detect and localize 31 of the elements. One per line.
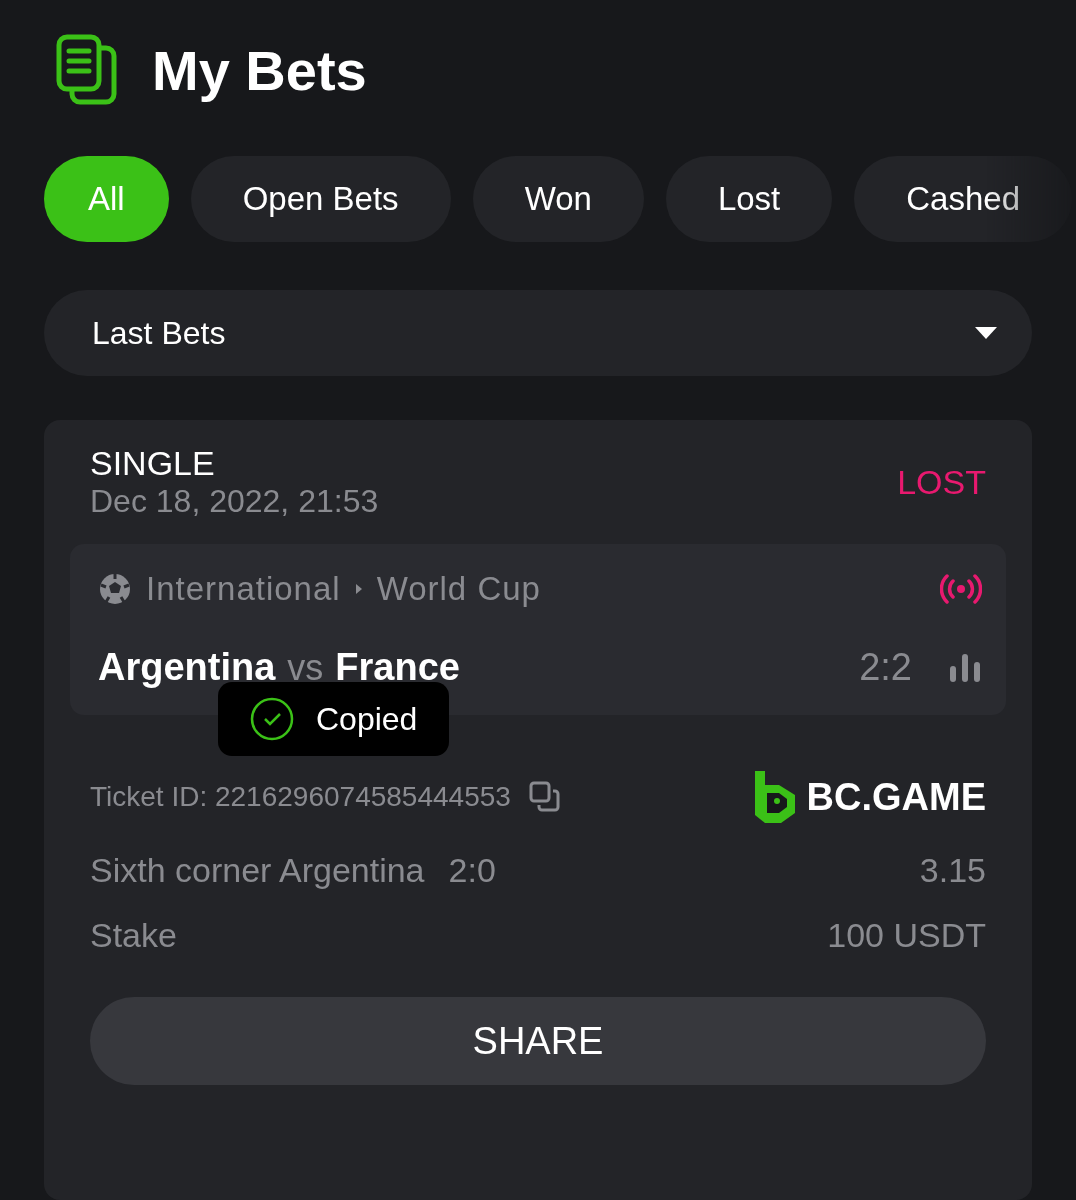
page-title: My Bets [152,37,367,103]
league-name: International [146,570,341,608]
stake-label: Stake [90,916,177,955]
filter-tab[interactable]: Lost [665,156,833,242]
share-button[interactable]: SHARE [90,997,986,1085]
brand-name: BC.GAME [806,775,986,819]
bet-status: LOST [897,462,986,502]
versus-label: vs [287,646,324,689]
tournament-name: World Cup [376,570,541,608]
team-name: Argentina [98,646,276,689]
check-circle-icon [250,697,294,741]
ticket-id: Ticket ID: 2216296074585444553 [90,781,511,813]
odds-value: 3.15 [919,851,986,890]
bets-icon [56,34,118,106]
toast-message: Copied [316,700,418,738]
filter-tab[interactable]: Won [472,156,644,242]
copy-icon[interactable] [528,781,561,813]
match-score: 2:2 [859,646,912,689]
filter-tab[interactable]: Open Bets [190,156,451,242]
bet-date: Dec 18, 2022, 21:53 [90,483,379,520]
selection-name: Sixth corner Argentina [90,851,425,890]
bet-type: SINGLE [90,444,216,483]
team-name: France [335,646,460,689]
chevron-icon [354,583,363,595]
stake-amount: 100 USDT [827,916,986,955]
soccer-ball-icon [98,572,132,606]
brand-logo-icon [752,769,797,825]
bets-dropdown[interactable]: Last Bets [44,290,1032,376]
selection-score: 2:0 [448,851,496,890]
caret-icon [974,326,998,340]
stats-icon [948,653,982,682]
